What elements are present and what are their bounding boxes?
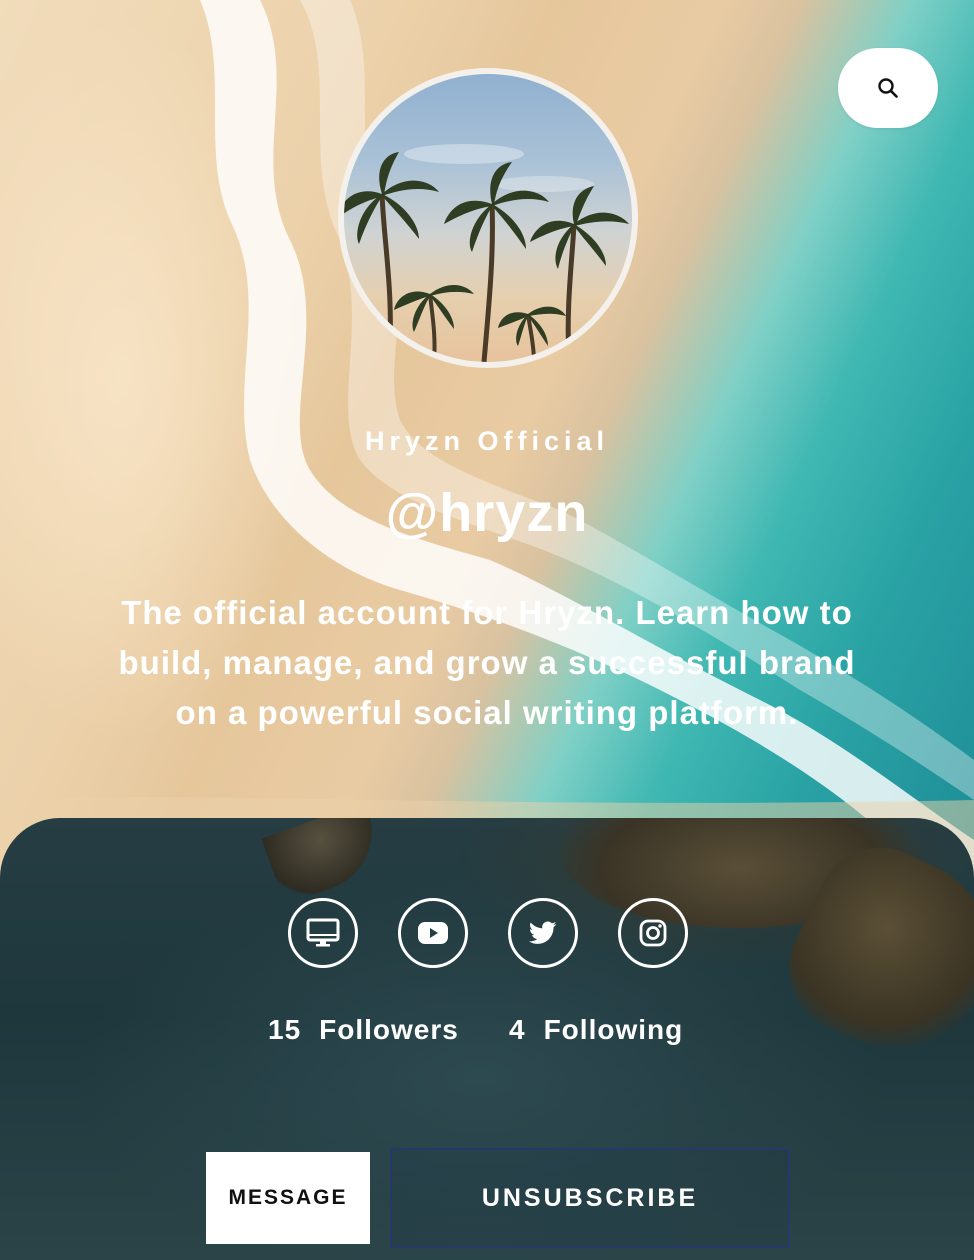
followers-stat[interactable]: 15 Followers <box>268 1014 459 1046</box>
followers-count: 15 <box>268 1014 302 1045</box>
website-link[interactable] <box>288 898 358 968</box>
following-label: Following <box>543 1014 684 1045</box>
display-name: Hryzn Official <box>364 426 610 456</box>
search-button[interactable] <box>838 48 938 128</box>
profile-bio: The official account for Hryzn. Learn ho… <box>118 594 856 731</box>
twitter-link[interactable] <box>508 898 578 968</box>
followers-label: Followers <box>319 1014 459 1045</box>
unsubscribe-button[interactable]: UNSUBSCRIBE <box>390 1148 790 1248</box>
profile-stats: 15 Followers 4 Following <box>0 1014 974 1054</box>
turtle-flipper-decoration <box>261 818 389 905</box>
social-links <box>0 898 974 968</box>
monitor-icon <box>306 918 340 947</box>
avatar <box>338 68 638 368</box>
avatar-image <box>344 74 632 362</box>
twitter-icon <box>529 921 557 944</box>
following-stat[interactable]: 4 Following <box>509 1014 683 1046</box>
instagram-link[interactable] <box>618 898 688 968</box>
message-button[interactable]: MESSAGE <box>206 1152 370 1244</box>
following-count: 4 <box>509 1014 526 1045</box>
instagram-icon <box>639 919 667 947</box>
username-handle: @hryzn <box>385 483 589 543</box>
palm-trees-image <box>344 144 629 362</box>
youtube-icon <box>418 922 448 944</box>
search-icon <box>878 78 898 98</box>
youtube-link[interactable] <box>398 898 468 968</box>
